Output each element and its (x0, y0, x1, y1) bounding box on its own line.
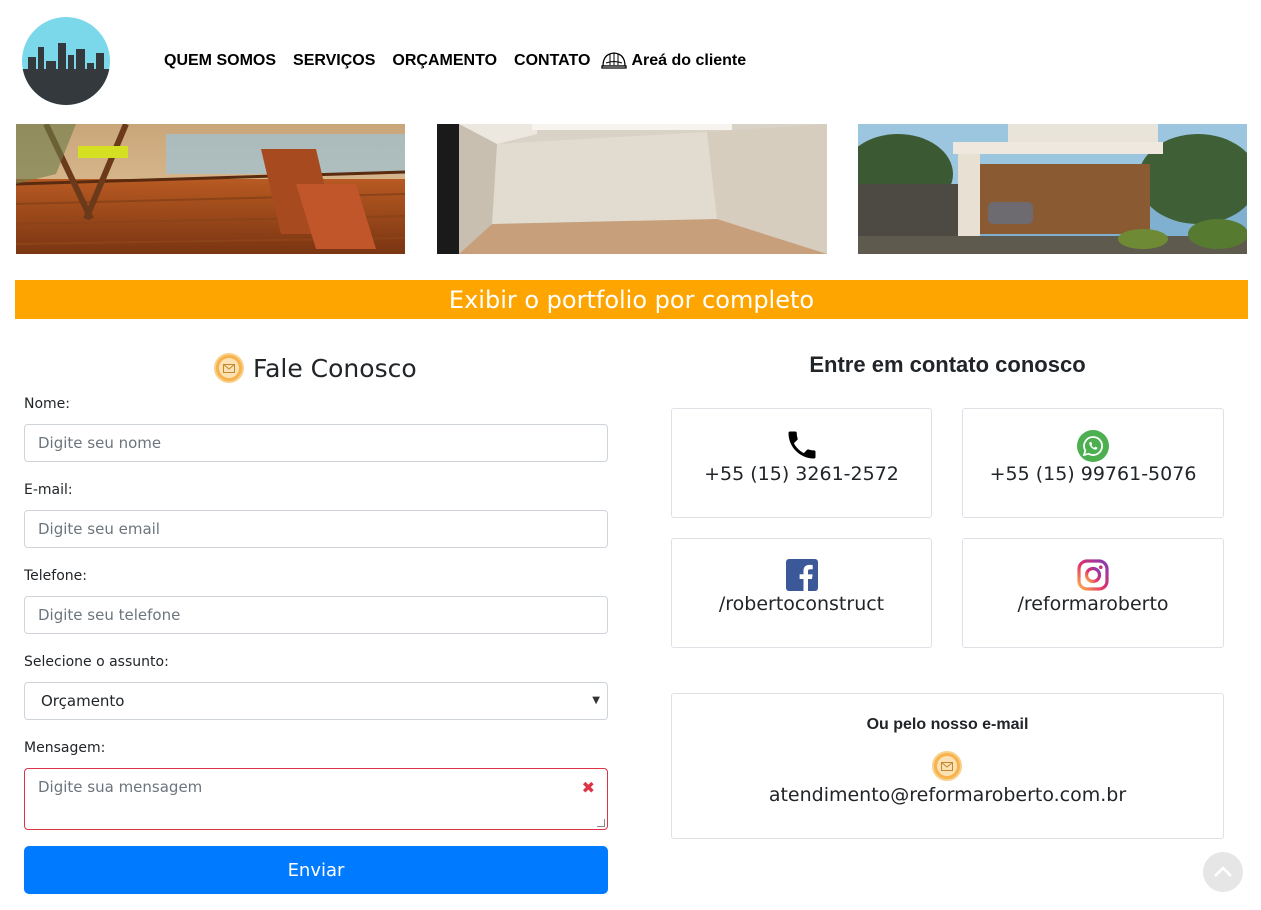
nav-item-orcamento[interactable]: ORÇAMENTO (392, 52, 497, 70)
portfolio-image-room[interactable] (437, 124, 827, 254)
phone-number: +55 (15) 3261-2572 (704, 463, 899, 485)
caret-down-icon: ▼ (592, 695, 600, 706)
form-title: Fale Conosco (214, 353, 417, 383)
main-nav: QUEM SOMOS SERVIÇOS ORÇAMENTO CONTATO Ar… (164, 50, 746, 72)
nav-item-quem-somos[interactable]: QUEM SOMOS (164, 52, 276, 70)
nav-item-client-area[interactable]: Areá do cliente (601, 49, 746, 73)
email-label: E-mail: (24, 482, 73, 498)
portfolio-full-button[interactable]: Exibir o portfolio por completo (15, 280, 1248, 319)
nav-item-contato[interactable]: CONTATO (514, 52, 590, 70)
envelope-icon (214, 353, 244, 383)
message-label: Mensagem: (24, 740, 106, 756)
helmet-icon (601, 52, 628, 69)
whatsapp-card[interactable]: +55 (15) 99761-5076 (962, 408, 1224, 518)
form-title-text: Fale Conosco (253, 353, 417, 383)
facebook-card[interactable]: /robertoconstruct (671, 538, 932, 648)
client-area-label: Areá do cliente (631, 52, 747, 69)
subject-select-value: Orçamento (41, 692, 125, 710)
phone-input[interactable]: Digite seu telefone (24, 596, 608, 634)
email-address: atendimento@reformaroberto.com.br (768, 784, 1127, 806)
resize-handle[interactable] (597, 819, 605, 827)
portfolio-image-house[interactable] (858, 124, 1247, 254)
facebook-icon (785, 559, 818, 591)
message-textarea[interactable]: Digite sua mensagem ✖ (24, 768, 608, 830)
facebook-handle: /robertoconstruct (718, 593, 885, 615)
scroll-to-top-button[interactable] (1203, 852, 1243, 892)
submit-button[interactable]: Enviar (24, 846, 608, 894)
company-logo[interactable] (22, 17, 110, 105)
instagram-card[interactable]: /reformaroberto (962, 538, 1224, 648)
nav-item-servicos[interactable]: SERVIÇOS (293, 52, 375, 70)
contact-title: Entre em contato conosco (809, 352, 1086, 377)
instagram-handle: /reformaroberto (1017, 593, 1169, 615)
whatsapp-number: +55 (15) 99761-5076 (989, 463, 1197, 485)
name-label: Nome: (24, 396, 71, 412)
instagram-icon (1077, 559, 1109, 591)
phone-icon (788, 431, 815, 459)
message-placeholder: Digite sua mensagem (38, 778, 203, 796)
email-card-title: Ou pelo nosso e-mail (866, 716, 1029, 733)
phone-label: Telefone: (24, 568, 87, 584)
portfolio-image-deck[interactable] (16, 124, 405, 254)
subject-select[interactable]: Orçamento ▼ (24, 682, 608, 720)
envelope-icon (932, 751, 962, 781)
subject-label: Selecione o assunto: (24, 654, 169, 670)
whatsapp-icon (1077, 430, 1109, 462)
email-card[interactable]: Ou pelo nosso e-mail atendimento@reforma… (671, 693, 1224, 839)
phone-card[interactable]: +55 (15) 3261-2572 (671, 408, 932, 518)
email-input[interactable]: Digite seu email (24, 510, 608, 548)
error-x-icon: ✖ (581, 778, 595, 797)
chevron-up-icon (1214, 866, 1232, 877)
name-input[interactable]: Digite seu nome (24, 424, 608, 462)
